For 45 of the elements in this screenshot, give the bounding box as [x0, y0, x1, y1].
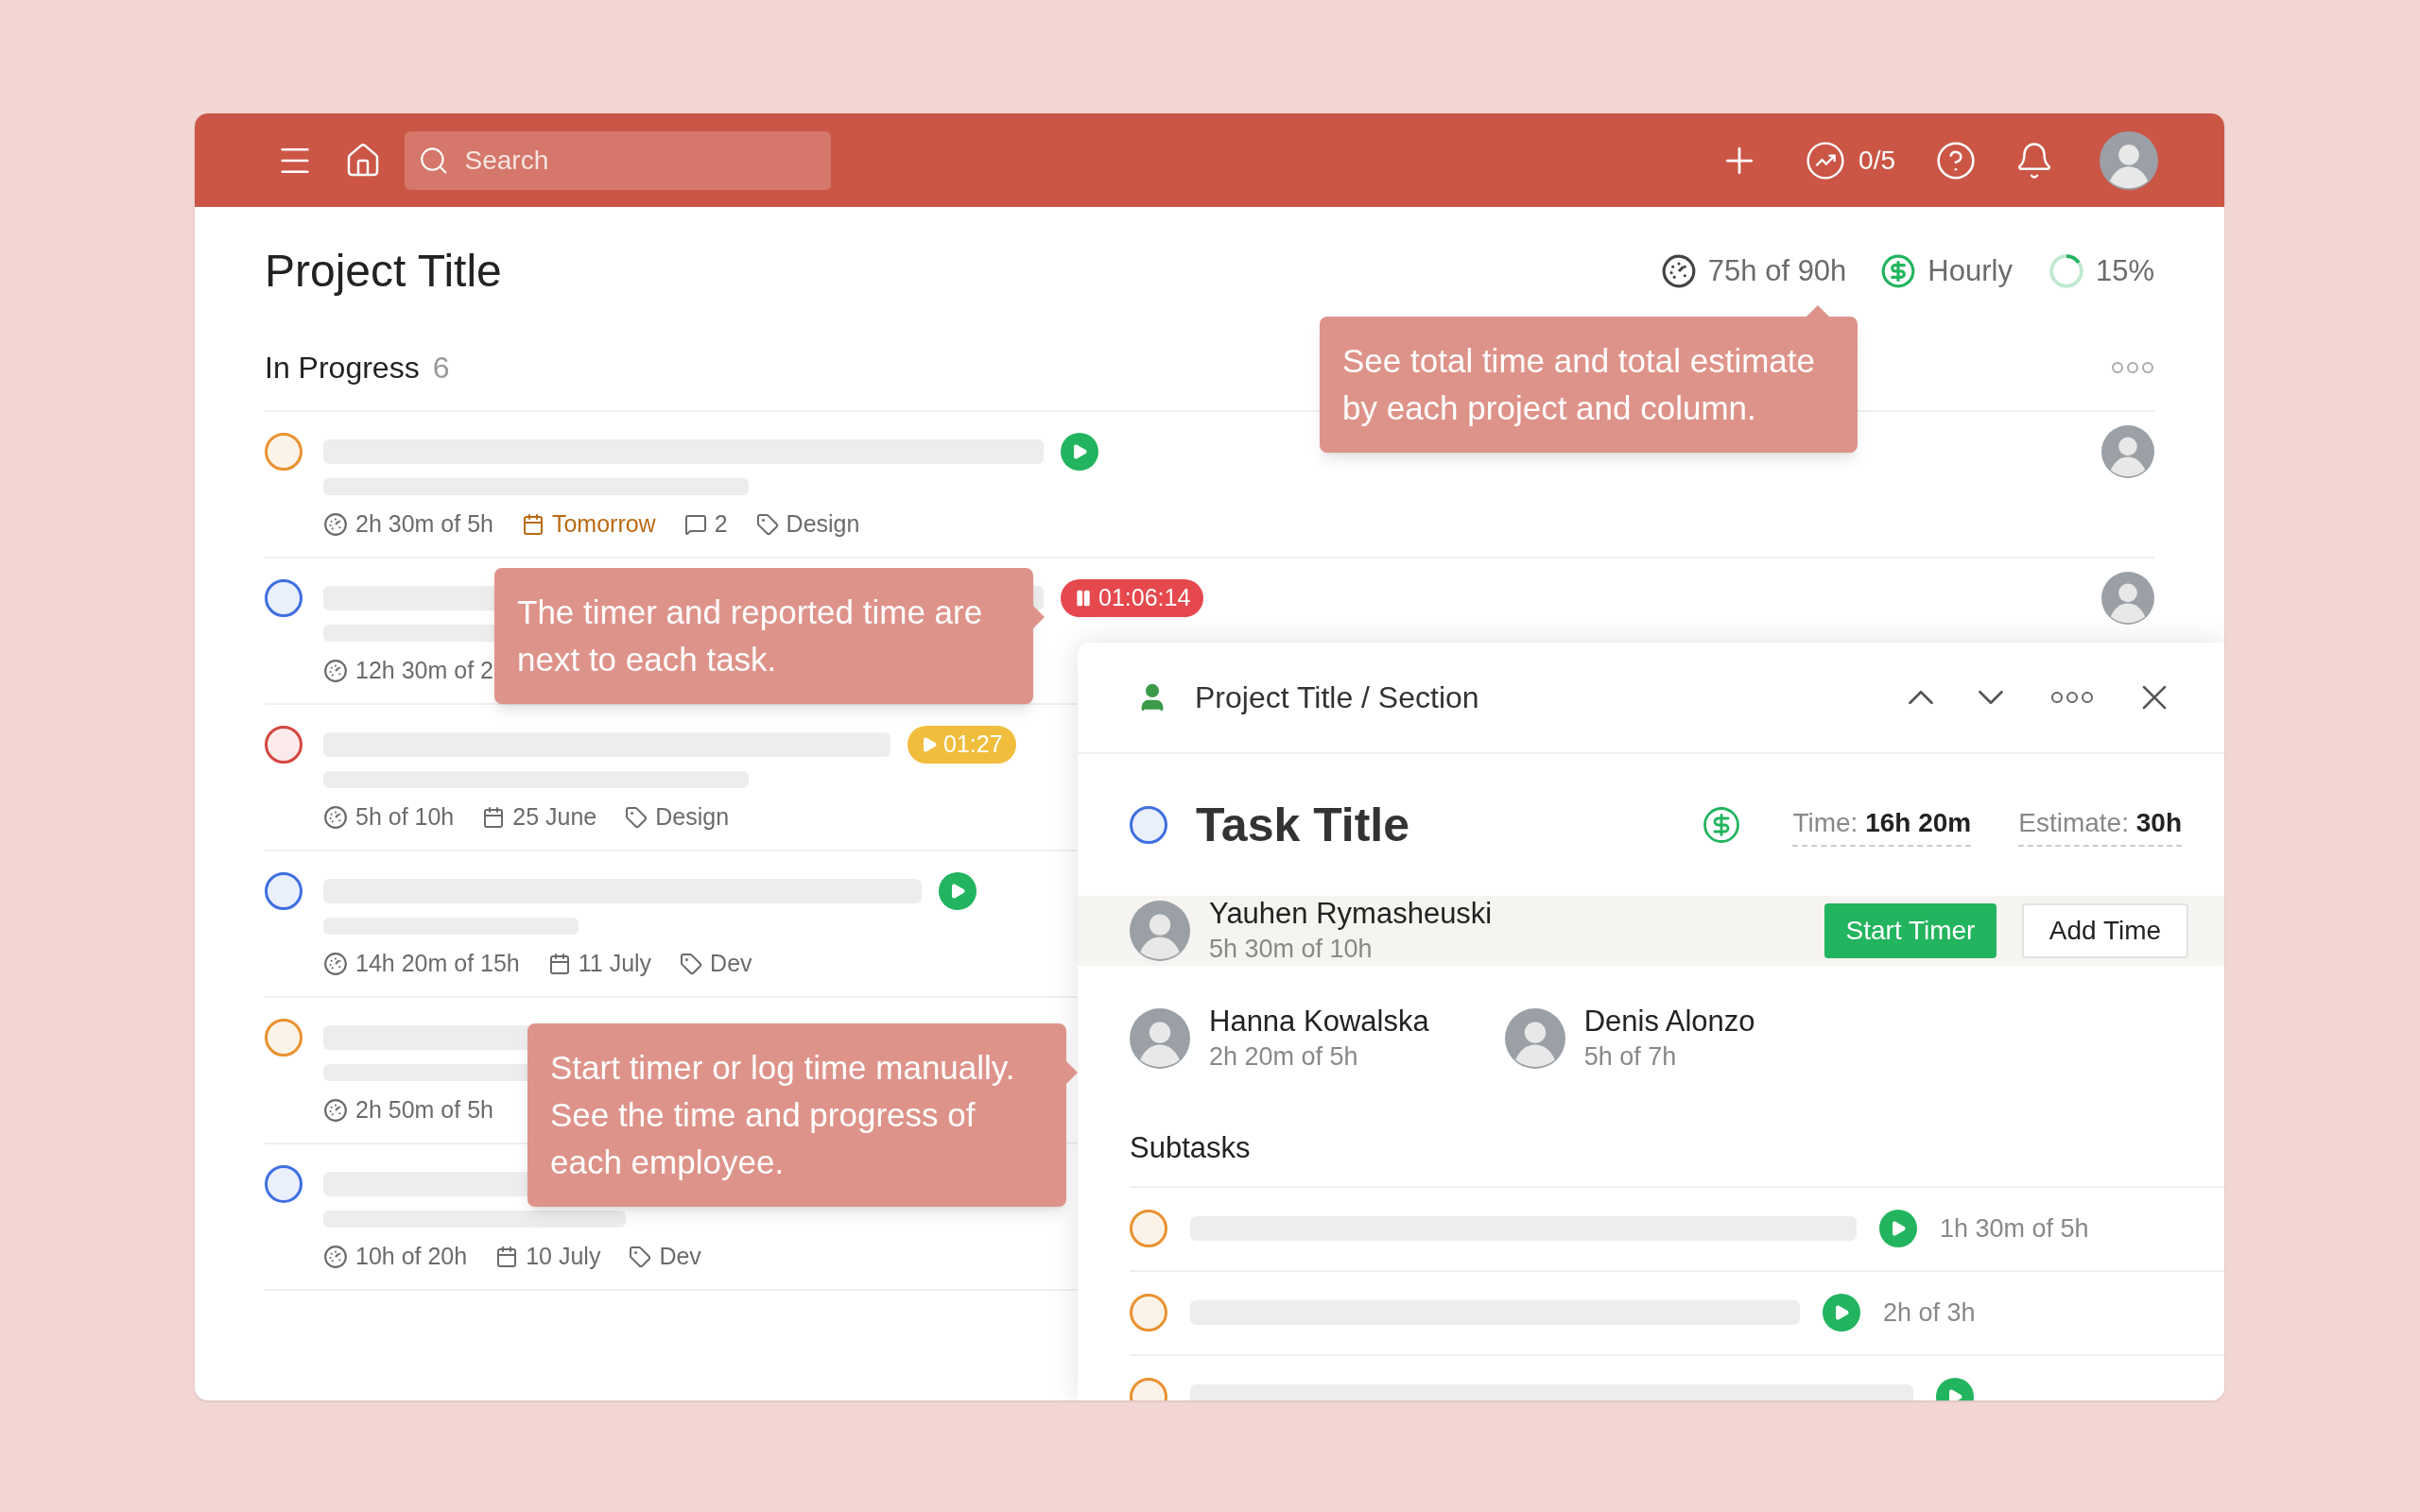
billing-type: Hourly	[1927, 252, 2013, 289]
project-title: Project Title	[265, 245, 502, 298]
time-tracked: 2h 30m of 5h	[355, 509, 493, 540]
assignee-time: 5h 30m of 10h	[1209, 934, 1374, 965]
time-tracked: 10h of 20h	[355, 1242, 468, 1272]
time-tracked: 14h 20m of 15h	[355, 949, 520, 979]
assignee-name: Hanna Kowalska	[1209, 1004, 1429, 1040]
due-date: 25 June	[512, 802, 597, 833]
subtasks-heading: Subtasks	[1130, 1131, 1251, 1164]
assignee-row[interactable]: Hanna Kowalska 2h 20m of 5h	[1130, 1004, 1429, 1074]
goals-button[interactable]: 0/5	[1806, 140, 1895, 180]
tooltip: The timer and reported time are next to each task.	[494, 568, 1033, 704]
assignee-name: Denis Alonzo	[1583, 1004, 1755, 1040]
add-time-button[interactable]: Add Time	[2022, 903, 2188, 958]
breadcrumb: Project Title / Section	[1195, 679, 1479, 716]
due-date: 11 July	[578, 949, 652, 979]
assignee-row[interactable]: Yauhen Rymasheuski 5h 30m of 10h Start Timer Add Time	[1078, 896, 2224, 966]
subtask-time: 1h 30m of 5h	[1940, 1212, 2089, 1245]
estimate[interactable]: Estimate: 30h	[2018, 803, 2182, 847]
tag-label: Dev	[710, 949, 752, 979]
subtask-time: 2h of 3h	[1883, 1297, 1976, 1329]
time-tracked: 5h of 10h	[355, 802, 455, 833]
tag-label: Design	[786, 509, 860, 540]
task-title: Task Title	[1196, 797, 1410, 853]
assignee-name: Yauhen Rymasheuski	[1209, 896, 1493, 932]
section-title: In Progress	[265, 350, 420, 387]
tooltip: Start timer or log time manually. See the time and progress of each employee.	[527, 1023, 1066, 1207]
task-count: 6	[432, 350, 450, 387]
tag-label: Dev	[659, 1242, 701, 1272]
assignee-time: 2h 20m of 5h	[1209, 1041, 1359, 1073]
total-time: 75h of 90h	[1707, 252, 1847, 289]
time-spent[interactable]: Time: 16h 20m	[1792, 803, 1972, 847]
time-tracked: 12h 30m of 2	[355, 656, 493, 686]
running-timer[interactable]: 01:06:14	[1061, 579, 1204, 617]
comment-count: 2	[714, 509, 728, 540]
assignee-row[interactable]: Denis Alonzo 5h of 7h	[1504, 1004, 1755, 1074]
progress-label: 15%	[2095, 252, 2154, 289]
assignee-time: 5h of 7h	[1583, 1041, 1678, 1073]
tag-label: Design	[655, 802, 730, 833]
search-field[interactable]: Search	[464, 140, 818, 180]
due-date: Tomorrow	[551, 509, 656, 540]
tooltip: See total time and total estimate by each project and column.	[1320, 317, 1858, 453]
time-tracked: 2h 50m of 5h	[355, 1095, 493, 1125]
due-date: 10 July	[526, 1242, 601, 1272]
search-bar[interactable]: Search	[405, 130, 831, 190]
